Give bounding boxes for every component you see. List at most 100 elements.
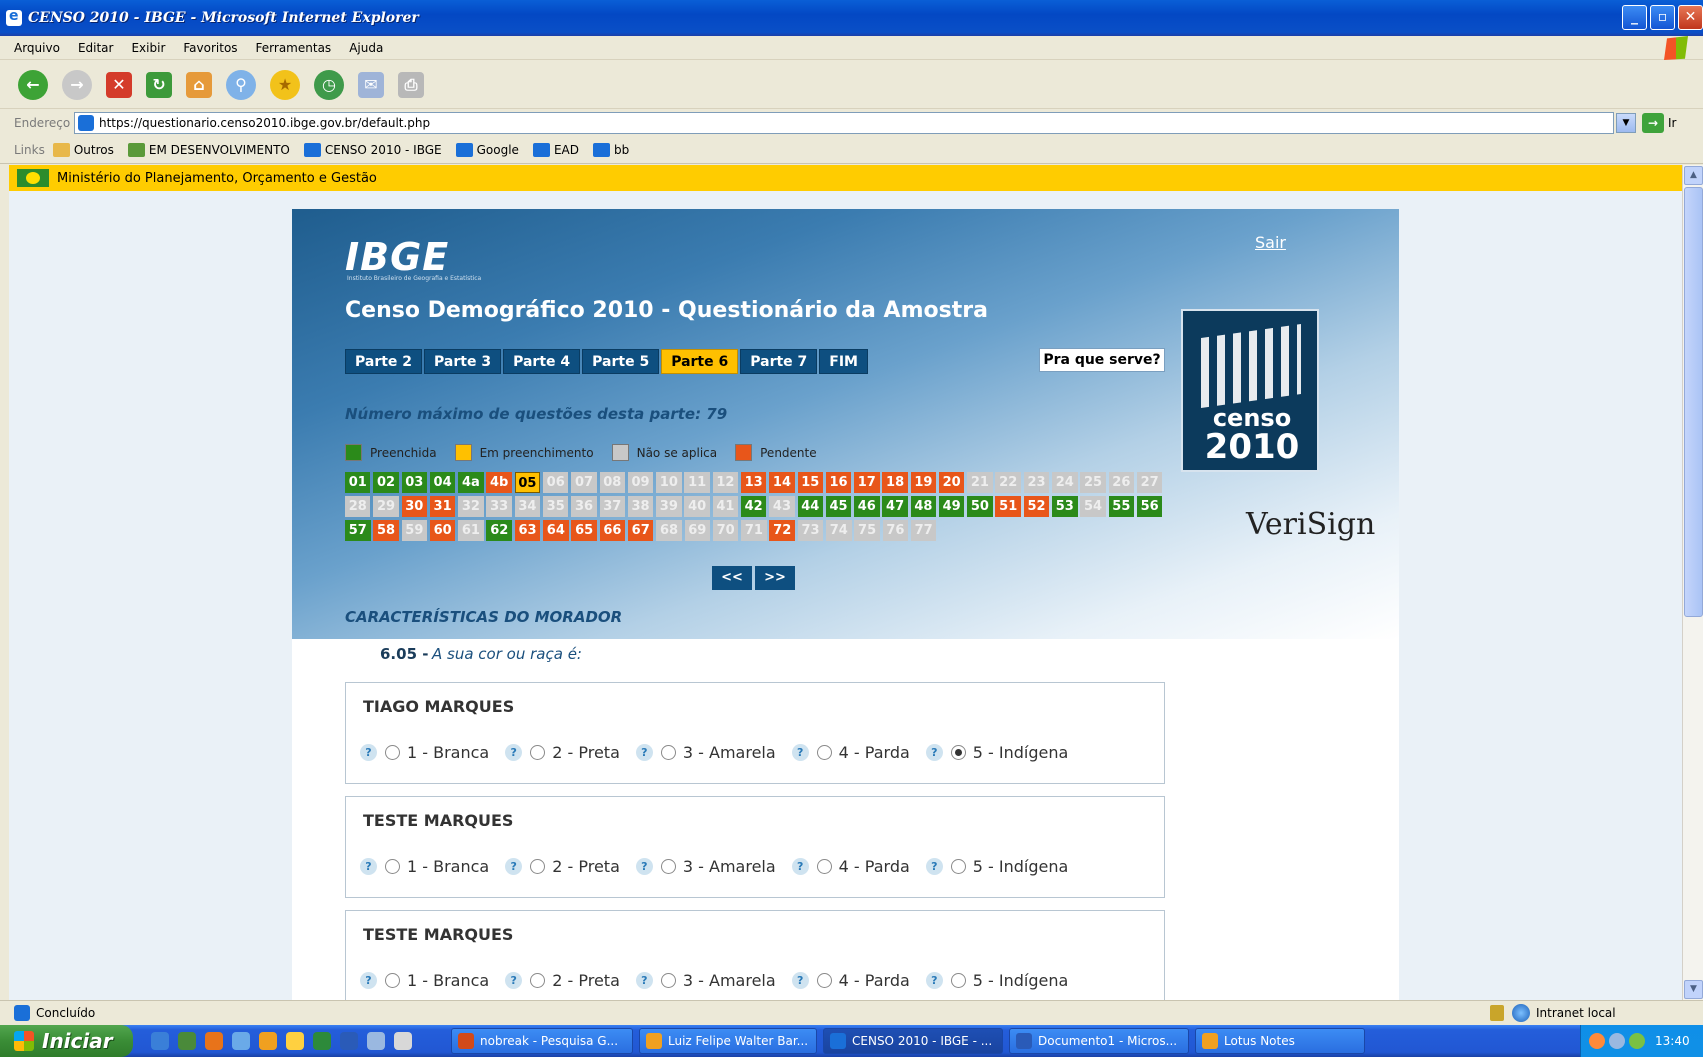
task-button[interactable]: Lotus Notes [1195, 1028, 1365, 1054]
quicklaunch-notepad-icon[interactable] [394, 1032, 412, 1050]
link-item[interactable]: EM DESENVOLVIMENTO [127, 143, 290, 157]
help-icon[interactable]: ? [360, 858, 377, 875]
radio-button[interactable] [950, 859, 966, 874]
address-input[interactable]: https://questionario.censo2010.ibge.gov.… [74, 112, 1614, 134]
question-cell[interactable]: 75 [854, 520, 880, 541]
help-icon[interactable]: ? [925, 858, 943, 875]
question-cell[interactable]: 31 [429, 496, 456, 517]
quicklaunch-excel-icon[interactable] [313, 1032, 331, 1050]
next-button[interactable]: >> [755, 566, 795, 590]
link-item[interactable]: EAD [532, 143, 579, 157]
question-cell[interactable]: 50 [967, 496, 993, 517]
pra-que-serve-button[interactable]: Pra que serve? [1039, 348, 1165, 372]
question-cell[interactable]: 27 [1136, 472, 1163, 493]
close-button[interactable]: ✕ [1678, 5, 1703, 30]
help-icon[interactable]: ? [791, 744, 809, 761]
quicklaunch-app-icon[interactable] [178, 1032, 196, 1050]
question-cell[interactable]: 22 [995, 472, 1021, 493]
question-cell[interactable]: 70 [712, 520, 739, 541]
question-cell[interactable]: 28 [345, 496, 371, 517]
print-icon[interactable]: ⎙ [398, 71, 424, 98]
question-cell[interactable]: 41 [712, 496, 739, 517]
radio-button[interactable] [530, 859, 546, 874]
help-icon[interactable]: ? [635, 744, 653, 761]
quicklaunch-firefox-icon[interactable] [205, 1032, 223, 1050]
tab-parte-7[interactable]: Parte 7 [740, 349, 818, 374]
question-cell[interactable]: 32 [458, 496, 484, 517]
radio-button[interactable] [816, 859, 832, 874]
question-cell[interactable]: 46 [854, 496, 880, 517]
race-option[interactable]: ? 1 - Branca [360, 743, 489, 762]
question-cell[interactable]: 60 [429, 520, 456, 541]
help-icon[interactable]: ? [791, 972, 809, 989]
question-cell[interactable]: 69 [684, 520, 711, 541]
radio-button[interactable] [950, 973, 966, 988]
race-option[interactable]: ? 3 - Amarela [635, 743, 776, 762]
prev-button[interactable]: << [712, 566, 752, 590]
question-cell[interactable]: 02 [373, 472, 399, 493]
tab-parte-5[interactable]: Parte 5 [582, 349, 660, 374]
quicklaunch-desktop-icon[interactable] [367, 1032, 385, 1050]
tab-parte-6[interactable]: Parte 6 [661, 349, 739, 374]
question-cell[interactable]: 68 [656, 520, 682, 541]
question-cell[interactable]: 07 [571, 472, 597, 493]
race-option[interactable]: ? 2 - Preta [505, 857, 620, 876]
race-option[interactable]: ? 1 - Branca [360, 971, 489, 990]
maximize-button[interactable]: ▫ [1650, 5, 1675, 30]
menu-item-arquivo[interactable]: Arquivo [14, 41, 60, 55]
task-button[interactable]: CENSO 2010 - IBGE - ... [823, 1028, 1003, 1054]
question-cell[interactable]: 40 [684, 496, 710, 517]
question-cell[interactable]: 57 [345, 520, 371, 541]
refresh-icon[interactable]: ↻ [146, 71, 172, 98]
tab-parte-4[interactable]: Parte 4 [503, 349, 581, 374]
tray-network-icon[interactable] [1609, 1033, 1625, 1049]
help-icon[interactable]: ? [925, 744, 943, 761]
help-icon[interactable]: ? [635, 972, 653, 989]
question-cell[interactable]: 61 [458, 520, 484, 541]
radio-button[interactable] [660, 745, 676, 760]
question-cell[interactable]: 74 [826, 520, 852, 541]
question-cell[interactable]: 04 [429, 472, 456, 493]
quicklaunch-browser-icon[interactable] [232, 1032, 250, 1050]
favorites-icon[interactable]: ★ [270, 69, 300, 100]
question-cell[interactable]: 64 [543, 520, 569, 541]
question-cell[interactable]: 51 [995, 496, 1021, 517]
race-option[interactable]: ? 2 - Preta [505, 971, 620, 990]
question-cell[interactable]: 65 [571, 520, 597, 541]
question-cell[interactable]: 55 [1108, 496, 1135, 517]
go-arrow-icon[interactable]: → [1642, 113, 1664, 133]
question-cell[interactable]: 73 [797, 520, 824, 541]
question-cell[interactable]: 17 [854, 472, 880, 493]
tray-arrow-icon[interactable] [1589, 1033, 1605, 1049]
tab-fim[interactable]: FIM [819, 349, 868, 374]
question-cell[interactable]: 45 [825, 496, 852, 517]
scroll-down-icon[interactable]: ▼ [1684, 980, 1703, 999]
question-cell[interactable]: 38 [627, 496, 654, 517]
question-cell[interactable]: 76 [882, 520, 909, 541]
radio-button[interactable] [385, 973, 400, 988]
question-cell[interactable]: 11 [684, 472, 710, 493]
question-cell[interactable]: 4b [486, 472, 512, 493]
forward-icon[interactable]: → [62, 69, 92, 100]
race-option[interactable]: ? 5 - Indígena [925, 857, 1068, 876]
question-cell[interactable]: 53 [1052, 496, 1078, 517]
quicklaunch-word-icon[interactable] [340, 1032, 358, 1050]
question-cell[interactable]: 01 [345, 472, 371, 493]
question-cell[interactable]: 26 [1108, 472, 1135, 493]
question-cell[interactable]: 19 [910, 472, 937, 493]
quicklaunch-media-icon[interactable] [286, 1032, 304, 1050]
question-cell[interactable]: 48 [910, 496, 937, 517]
question-cell[interactable]: 66 [599, 520, 626, 541]
help-icon[interactable]: ? [505, 858, 523, 875]
question-cell[interactable]: 77 [910, 520, 937, 541]
help-icon[interactable]: ? [505, 972, 523, 989]
question-cell[interactable]: 05 [514, 472, 541, 493]
radio-button[interactable] [816, 973, 832, 988]
scroll-up-icon[interactable]: ▲ [1684, 166, 1703, 185]
radio-button[interactable] [660, 973, 676, 988]
link-item[interactable]: Google [455, 143, 519, 157]
race-option[interactable]: ? 5 - Indígena [925, 971, 1068, 990]
question-cell[interactable]: 10 [656, 472, 682, 493]
radio-button[interactable] [950, 745, 966, 760]
radio-button[interactable] [530, 973, 546, 988]
